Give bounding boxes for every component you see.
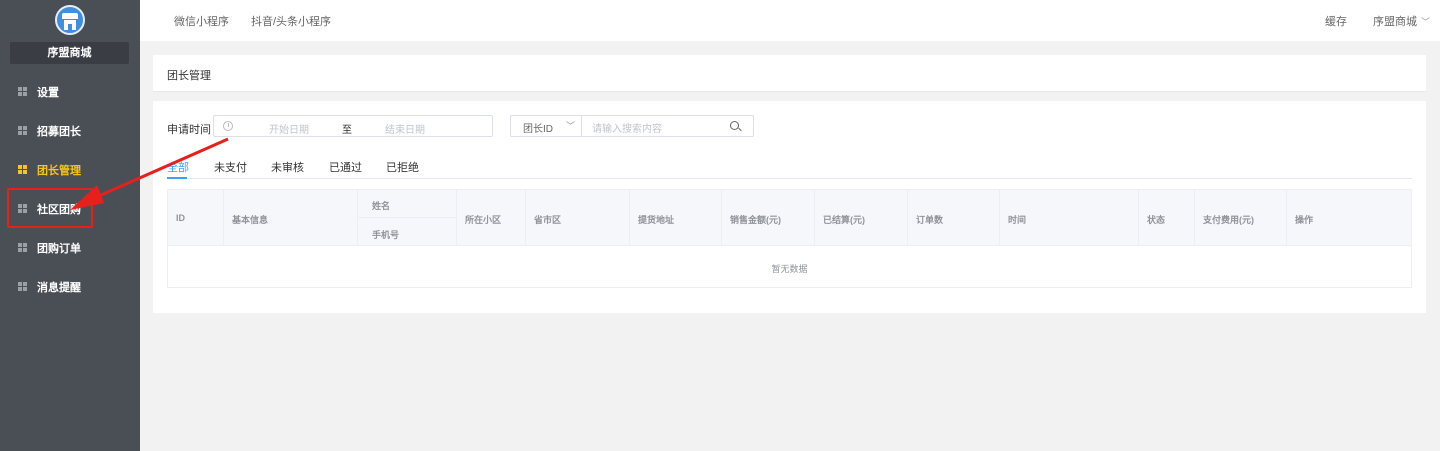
sidebar-item-label: 设置 [37,86,59,99]
column-header: 手机号 [372,230,400,240]
grid-icon [18,243,27,252]
page-header: 团长管理 [153,55,1426,92]
grid-icon [18,126,27,135]
cache-button[interactable]: 缓存 [1325,13,1347,29]
search-field-value: 团长ID [523,124,553,135]
grid-icon [18,282,27,291]
shop-name: 序盟商城 [10,42,129,64]
table-header: ID 基本信息 姓名 手机号 所在小区 省市区 提货地址 销售金额(元) 已结算… [168,190,1411,246]
annotation-highlight-box [7,188,93,228]
chevron-down-icon: ﹀ [1421,17,1431,27]
status-tabs: 全部 未支付 未审核 已通过 已拒绝 [167,157,1412,179]
sidebar-item-leader-management[interactable]: 团长管理 [0,150,140,189]
sidebar-item-notifications[interactable]: 消息提醒 [0,267,140,306]
account-name: 序盟商城 [1373,16,1417,28]
column-header: 所在小区 [457,190,526,246]
sidebar-item-label: 团购订单 [37,242,81,255]
tab-unpaid[interactable]: 未支付 [214,159,247,175]
sidebar-item-recruit-leader[interactable]: 招募团长 [0,111,140,150]
chevron-down-icon: ﹀ [566,121,576,131]
column-header: 状态 [1139,190,1195,246]
logo-area: 序盟商城 [0,0,140,70]
sidebar-item-settings[interactable]: 设置 [0,72,140,111]
sidebar-item-label: 团长管理 [37,164,81,177]
tab-approved[interactable]: 已通过 [329,159,362,175]
column-header: 时间 [1000,190,1139,246]
column-header: 支付费用(元) [1195,190,1287,246]
grid-icon [18,165,27,174]
sidebar-item-label: 消息提醒 [37,281,81,294]
start-date-input[interactable]: 开始日期 [269,121,309,136]
store-logo-icon [55,5,85,35]
main-panel: 申请时间 开始日期 至 结束日期 团长ID ﹀ 请输入搜索内容 全部 未支付 未… [153,101,1426,313]
range-separator: 至 [342,125,352,136]
column-header-group: 姓名 手机号 [358,190,457,246]
search-group: 团长ID ﹀ 请输入搜索内容 [510,115,754,137]
search-input[interactable]: 请输入搜索内容 [592,120,662,135]
account-menu[interactable]: 序盟商城 ﹀ [1373,13,1430,29]
empty-state: 暂无数据 [771,264,808,274]
column-header: 基本信息 [224,190,358,246]
active-tab-indicator [167,177,187,179]
column-header: 已结算(元) [815,190,908,246]
tab-douyin-miniprogram[interactable]: 抖音/头条小程序 [251,13,331,29]
search-field-select[interactable]: 团长ID ﹀ [511,116,582,136]
leader-table: ID 基本信息 姓名 手机号 所在小区 省市区 提货地址 销售金额(元) 已结算… [167,189,1412,288]
sidebar-item-group-orders[interactable]: 团购订单 [0,228,140,267]
column-header: 姓名 [372,201,391,211]
top-bar: 微信小程序 抖音/头条小程序 缓存 序盟商城 ﹀ [140,0,1440,41]
column-header: 操作 [1295,215,1314,225]
tab-all[interactable]: 全部 [167,159,189,175]
sidebar-item-label: 招募团长 [37,125,81,138]
clock-icon [223,121,233,131]
tab-unreviewed[interactable]: 未审核 [271,159,304,175]
column-header: 销售金额(元) [722,190,815,246]
column-header: ID [168,190,224,246]
apply-time-label: 申请时间 [167,124,211,136]
search-icon[interactable] [730,121,739,130]
end-date-input[interactable]: 结束日期 [385,121,425,136]
date-range-picker[interactable]: 开始日期 至 结束日期 [213,115,493,137]
page-title: 团长管理 [167,70,211,82]
column-header: 订单数 [908,190,1000,246]
grid-icon [18,87,27,96]
column-header: 提货地址 [630,190,722,246]
tab-wechat-miniprogram[interactable]: 微信小程序 [174,13,229,29]
tab-rejected[interactable]: 已拒绝 [386,159,419,175]
column-header: 省市区 [526,190,630,246]
